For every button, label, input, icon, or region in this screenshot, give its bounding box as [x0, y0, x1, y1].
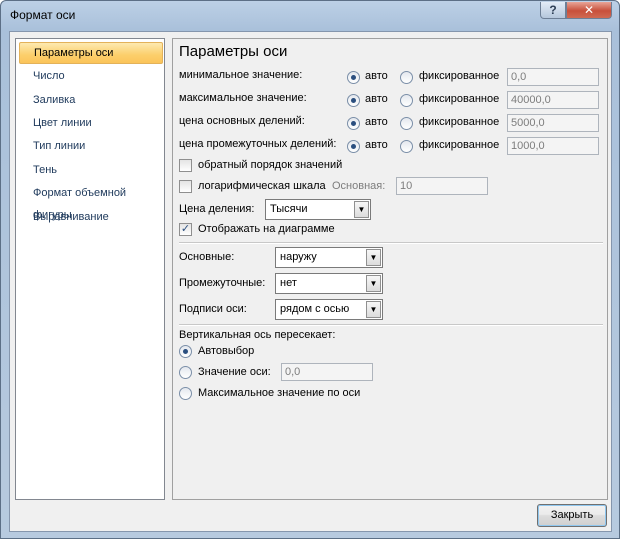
nav-item-line-style[interactable]: Тип линии — [19, 135, 163, 157]
major-fixed-label: фиксированное — [419, 116, 500, 128]
reverse-order-checkbox[interactable] — [179, 159, 192, 172]
nav-item-3d-format[interactable]: Формат объемной фигуры — [19, 182, 163, 221]
major-ticks-select[interactable]: наружу ▼ — [275, 247, 383, 268]
crosses-max-label: Максимальное значение по оси — [198, 387, 361, 399]
max-value-label: максимальное значение: — [179, 92, 307, 104]
display-units-select[interactable]: Тысячи ▼ — [265, 199, 371, 220]
dialog-body: Параметры оси Число Заливка Цвет линии Т… — [9, 31, 612, 532]
axis-labels-label: Подписи оси: — [179, 303, 247, 315]
chevron-down-icon: ▼ — [366, 249, 381, 266]
min-auto-radio[interactable] — [347, 71, 360, 84]
display-units-label: Цена деления: — [179, 203, 255, 215]
log-base-label: Основная: — [332, 180, 386, 192]
chevron-down-icon: ▼ — [366, 275, 381, 292]
major-unit-field[interactable]: 5000,0 — [507, 114, 599, 132]
max-value-field[interactable]: 40000,0 — [507, 91, 599, 109]
crosses-auto-label: Автовыбор — [198, 345, 255, 357]
nav-item-number[interactable]: Число — [19, 65, 163, 87]
major-fixed-radio[interactable] — [400, 117, 413, 130]
axis-options-panel: Параметры оси минимальное значение: авто… — [172, 38, 608, 500]
axis-labels-value: рядом с осью — [280, 303, 350, 315]
crosses-value-label: Значение оси: — [198, 366, 271, 378]
minor-fixed-radio[interactable] — [400, 140, 413, 153]
title-bar[interactable]: Формат оси ? ✕ — [1, 1, 619, 31]
window-close-button[interactable]: ✕ — [566, 2, 612, 19]
crosses-auto-radio[interactable] — [179, 345, 192, 358]
max-fixed-label: фиксированное — [419, 93, 500, 105]
category-list: Параметры оси Число Заливка Цвет линии Т… — [15, 38, 165, 500]
format-axis-dialog: Формат оси ? ✕ Параметры оси Число Залив… — [0, 0, 620, 539]
nav-item-shadow[interactable]: Тень — [19, 159, 163, 181]
min-auto-label: авто — [365, 70, 388, 82]
major-auto-radio[interactable] — [347, 117, 360, 130]
close-button[interactable]: Закрыть — [537, 504, 607, 527]
minor-unit-field[interactable]: 1000,0 — [507, 137, 599, 155]
major-ticks-label: Основные: — [179, 251, 235, 263]
axis-labels-select[interactable]: рядом с осью ▼ — [275, 299, 383, 320]
crosses-max-radio[interactable] — [179, 387, 192, 400]
minor-fixed-label: фиксированное — [419, 139, 500, 151]
divider — [179, 242, 603, 244]
divider — [179, 324, 603, 326]
crosses-value-field[interactable]: 0,0 — [281, 363, 373, 381]
major-auto-label: авто — [365, 116, 388, 128]
display-units-value: Тысячи — [270, 203, 308, 215]
log-scale-checkbox[interactable] — [179, 180, 192, 193]
major-ticks-value: наружу — [280, 251, 317, 263]
close-icon: ✕ — [583, 3, 595, 17]
minor-ticks-label: Промежуточные: — [179, 277, 266, 289]
min-fixed-label: фиксированное — [419, 70, 500, 82]
log-scale-label: логарифмическая шкала — [198, 180, 326, 192]
minor-ticks-select[interactable]: нет ▼ — [275, 273, 383, 294]
log-base-field[interactable]: 10 — [396, 177, 488, 195]
show-on-chart-label: Отображать на диаграмме — [198, 223, 335, 235]
nav-item-alignment[interactable]: Выравнивание — [19, 206, 163, 228]
major-unit-label: цена основных делений: — [179, 115, 305, 127]
minor-ticks-value: нет — [280, 277, 297, 289]
nav-item-line-color[interactable]: Цвет линии — [19, 112, 163, 134]
help-icon: ? — [549, 3, 557, 17]
nav-item-axis-options[interactable]: Параметры оси — [19, 42, 163, 64]
nav-item-fill[interactable]: Заливка — [19, 89, 163, 111]
panel-title: Параметры оси — [179, 43, 288, 60]
max-auto-label: авто — [365, 93, 388, 105]
help-button[interactable]: ? — [540, 2, 566, 19]
min-fixed-radio[interactable] — [400, 71, 413, 84]
crosses-heading: Вертикальная ось пересекает: — [179, 329, 336, 341]
minor-auto-label: авто — [365, 139, 388, 151]
minor-auto-radio[interactable] — [347, 140, 360, 153]
minor-unit-label: цена промежуточных делений: — [179, 138, 337, 150]
window-title: Формат оси — [10, 8, 76, 22]
crosses-value-radio[interactable] — [179, 366, 192, 379]
min-value-label: минимальное значение: — [179, 69, 303, 81]
chevron-down-icon: ▼ — [366, 301, 381, 318]
max-fixed-radio[interactable] — [400, 94, 413, 107]
min-value-field[interactable]: 0,0 — [507, 68, 599, 86]
chevron-down-icon: ▼ — [354, 201, 369, 218]
show-on-chart-checkbox[interactable]: ✓ — [179, 223, 192, 236]
max-auto-radio[interactable] — [347, 94, 360, 107]
reverse-order-label: обратный порядок значений — [198, 159, 343, 171]
